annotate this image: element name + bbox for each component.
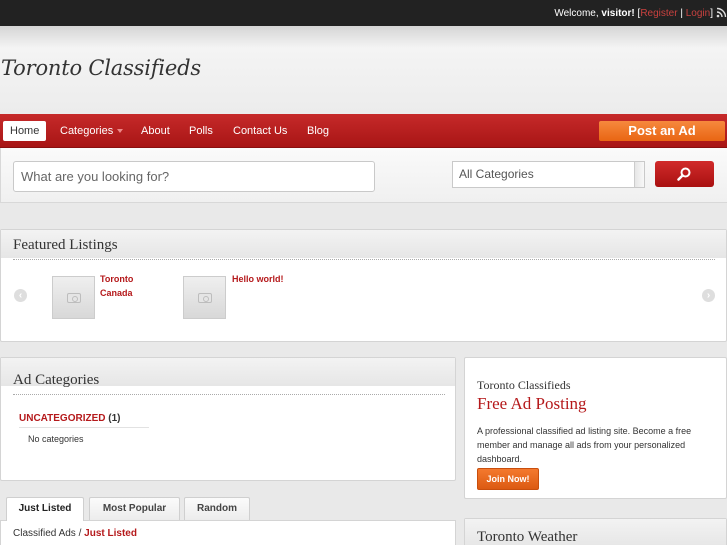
nav-categories[interactable]: Categories bbox=[53, 121, 130, 141]
chevron-left-icon[interactable]: ‹ bbox=[14, 289, 27, 302]
featured-listing-link[interactable]: Hello world! bbox=[232, 272, 322, 286]
welcome-prefix: Welcome, bbox=[554, 8, 599, 19]
site-header: Toronto Classifieds bbox=[0, 26, 727, 114]
link-separator: | bbox=[680, 8, 683, 19]
category-name: UNCATEGORIZED bbox=[19, 413, 106, 424]
listing-tabs: Classified Ads / Just Listed Just Listed… bbox=[0, 497, 456, 545]
bracket-close: ] bbox=[710, 8, 713, 19]
featured-listings-title: Featured Listings bbox=[13, 237, 118, 253]
search-input[interactable] bbox=[13, 161, 375, 192]
tab-most-popular[interactable]: Most Popular bbox=[89, 497, 180, 520]
login-link[interactable]: Login bbox=[686, 8, 710, 19]
chevron-down-icon bbox=[117, 129, 124, 134]
search-icon bbox=[677, 167, 691, 181]
weather-widget: Toronto Weather bbox=[464, 518, 727, 545]
breadcrumb-separator: / bbox=[78, 528, 82, 539]
category-link[interactable]: UNCATEGORIZED (1) bbox=[19, 413, 121, 424]
listing-thumbnail[interactable] bbox=[183, 276, 226, 319]
tab-just-listed[interactable]: Just Listed bbox=[6, 497, 84, 521]
divider bbox=[13, 394, 445, 395]
weather-title: Toronto Weather bbox=[477, 529, 578, 545]
featured-listing-link[interactable]: Toronto Canada bbox=[100, 272, 160, 300]
camera-icon bbox=[67, 293, 81, 303]
listing-thumbnail[interactable] bbox=[52, 276, 95, 319]
breadcrumb-current: Just Listed bbox=[84, 528, 137, 539]
post-ad-button[interactable]: Post an Ad bbox=[599, 121, 725, 141]
breadcrumb-root[interactable]: Classified Ads bbox=[13, 528, 76, 539]
nav-categories-label: Categories bbox=[60, 125, 114, 137]
nav-contact-us[interactable]: Contact Us bbox=[226, 121, 294, 141]
nav-polls[interactable]: Polls bbox=[182, 121, 220, 141]
category-count: (1) bbox=[108, 413, 121, 424]
divider bbox=[13, 259, 715, 260]
search-button[interactable] bbox=[655, 161, 714, 187]
category-select[interactable]: All Categories bbox=[452, 161, 645, 188]
nav-home[interactable]: Home bbox=[3, 121, 47, 141]
ad-categories-title: Ad Categories bbox=[13, 372, 100, 388]
top-bar: Welcome, visitor! [Register | Login] bbox=[0, 0, 727, 26]
nav-blog[interactable]: Blog bbox=[300, 121, 336, 141]
select-arrow-icon bbox=[634, 162, 644, 187]
no-categories-text: No categories bbox=[28, 434, 84, 444]
widget-site-name: Toronto Classifieds bbox=[477, 378, 571, 392]
site-logo[interactable]: Toronto Classifieds bbox=[1, 56, 201, 80]
chevron-right-icon[interactable]: › bbox=[702, 289, 715, 302]
breadcrumb: Classified Ads / Just Listed bbox=[13, 528, 137, 539]
register-link[interactable]: Register bbox=[640, 8, 677, 19]
tab-random[interactable]: Random bbox=[184, 497, 250, 520]
category-select-value: All Categories bbox=[459, 167, 534, 181]
featured-listings-panel: Featured Listings ‹ Toronto Canada Hello… bbox=[0, 229, 727, 342]
welcome-message: Welcome, visitor! [Register | Login] bbox=[554, 8, 713, 19]
ad-categories-panel: Ad Categories UNCATEGORIZED (1) No categ… bbox=[0, 357, 456, 481]
nav-about[interactable]: About bbox=[134, 121, 177, 141]
tab-panel: Classified Ads / Just Listed bbox=[0, 520, 456, 545]
divider bbox=[19, 427, 149, 428]
widget-description: A professional classified ad listing sit… bbox=[477, 426, 692, 464]
widget-headline: Free Ad Posting bbox=[477, 394, 587, 413]
username: visitor! bbox=[601, 8, 635, 19]
join-now-button[interactable]: Join Now! bbox=[477, 468, 539, 490]
rss-icon[interactable] bbox=[716, 7, 727, 18]
camera-icon bbox=[198, 293, 212, 303]
free-ad-posting-widget: Toronto Classifieds Free Ad Posting A pr… bbox=[464, 357, 727, 499]
